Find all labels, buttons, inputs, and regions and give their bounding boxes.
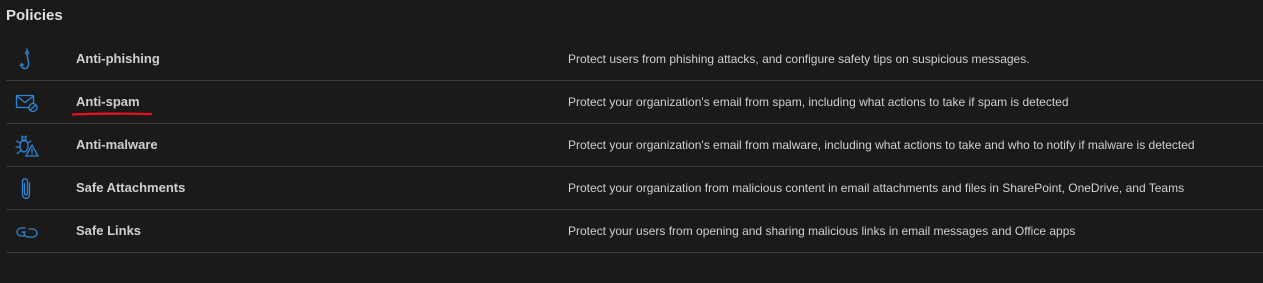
policy-description: Protect your organization's email from s… xyxy=(568,95,1069,109)
policy-row-anti-malware[interactable]: Anti-malware Protect your organization's… xyxy=(6,124,1263,167)
policies-section: Policies Anti-phishing Protect users fro… xyxy=(0,0,1263,283)
policy-name[interactable]: Anti-spam xyxy=(76,94,140,110)
section-title: Policies xyxy=(6,7,63,24)
policy-row-anti-spam[interactable]: Anti-spam Protect your organization's em… xyxy=(6,81,1263,124)
link-icon xyxy=(14,220,40,244)
policy-name[interactable]: Anti-malware xyxy=(76,137,158,153)
mail-blocked-icon xyxy=(14,91,40,115)
policy-description: Protect users from phishing attacks, and… xyxy=(568,52,1030,66)
annotation-underline xyxy=(72,112,152,116)
bug-warning-icon xyxy=(14,134,40,158)
policy-row-safe-links[interactable]: Safe Links Protect your users from openi… xyxy=(6,210,1263,253)
policy-name[interactable]: Safe Attachments xyxy=(76,180,185,196)
policy-list: Anti-phishing Protect users from phishin… xyxy=(6,38,1263,253)
policy-row-anti-phishing[interactable]: Anti-phishing Protect users from phishin… xyxy=(6,38,1263,81)
policy-name[interactable]: Anti-phishing xyxy=(76,51,160,67)
policy-description: Protect your organization from malicious… xyxy=(568,181,1185,195)
policy-name[interactable]: Safe Links xyxy=(76,223,141,239)
policy-description: Protect your organization's email from m… xyxy=(568,138,1195,152)
paperclip-icon xyxy=(14,177,40,201)
policy-row-safe-attachments[interactable]: Safe Attachments Protect your organizati… xyxy=(6,167,1263,210)
hook-icon xyxy=(14,48,40,72)
policy-description: Protect your users from opening and shar… xyxy=(568,224,1076,238)
